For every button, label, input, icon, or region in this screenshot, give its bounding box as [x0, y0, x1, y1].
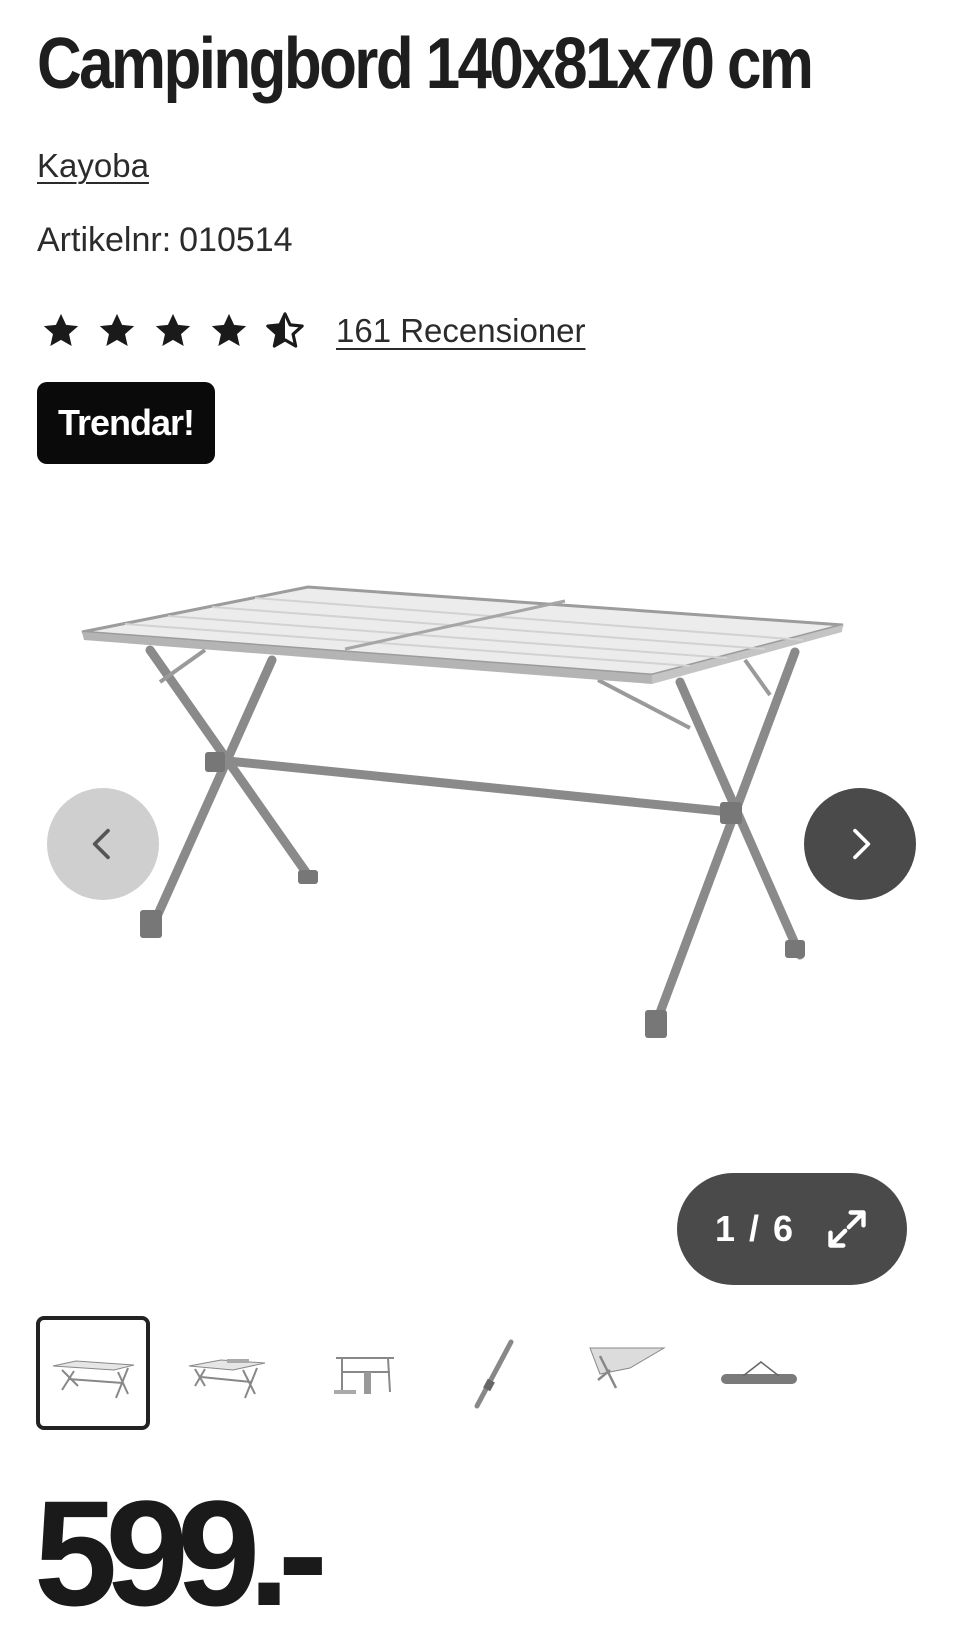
- star-half-icon: [266, 312, 304, 348]
- chevron-left-icon: [92, 828, 110, 860]
- price: 599.-: [34, 1469, 328, 1637]
- chevron-right-icon: [853, 828, 871, 860]
- rating-stars: [40, 310, 306, 352]
- trending-badge: Trendar!: [37, 382, 215, 464]
- product-image[interactable]: [0, 490, 960, 1290]
- rating: 161 Recensioner: [40, 306, 586, 356]
- image-counter: 1 / 6: [714, 1208, 796, 1249]
- star-icon: [43, 313, 79, 347]
- thumbnail-2[interactable]: [169, 1316, 283, 1430]
- thumbnail-3[interactable]: [302, 1316, 416, 1430]
- product-title: Campingbord 140x81x70 cm: [37, 24, 814, 104]
- reviews-link[interactable]: 161 Recensioner: [336, 311, 586, 351]
- article-number-value: 010514: [179, 221, 293, 259]
- thumbnail-4[interactable]: [435, 1316, 549, 1430]
- fullscreen-button[interactable]: 1 / 6: [677, 1173, 907, 1285]
- next-image-button[interactable]: [804, 788, 916, 900]
- star-icon: [99, 313, 135, 347]
- thumbnail-6[interactable]: [701, 1316, 815, 1430]
- expand-icon: [828, 1210, 866, 1248]
- star-icon: [155, 313, 191, 347]
- article-number: Artikelnr: 010514: [37, 220, 293, 260]
- thumbnail-1[interactable]: [36, 1316, 150, 1430]
- thumbnail-strip: [36, 1316, 815, 1430]
- article-number-label: Artikelnr:: [37, 221, 172, 259]
- star-icon: [211, 313, 247, 347]
- previous-image-button[interactable]: [47, 788, 159, 900]
- image-gallery: 1 / 6: [0, 490, 960, 1290]
- thumbnail-5[interactable]: [568, 1316, 682, 1430]
- brand-link[interactable]: Kayoba: [37, 146, 149, 186]
